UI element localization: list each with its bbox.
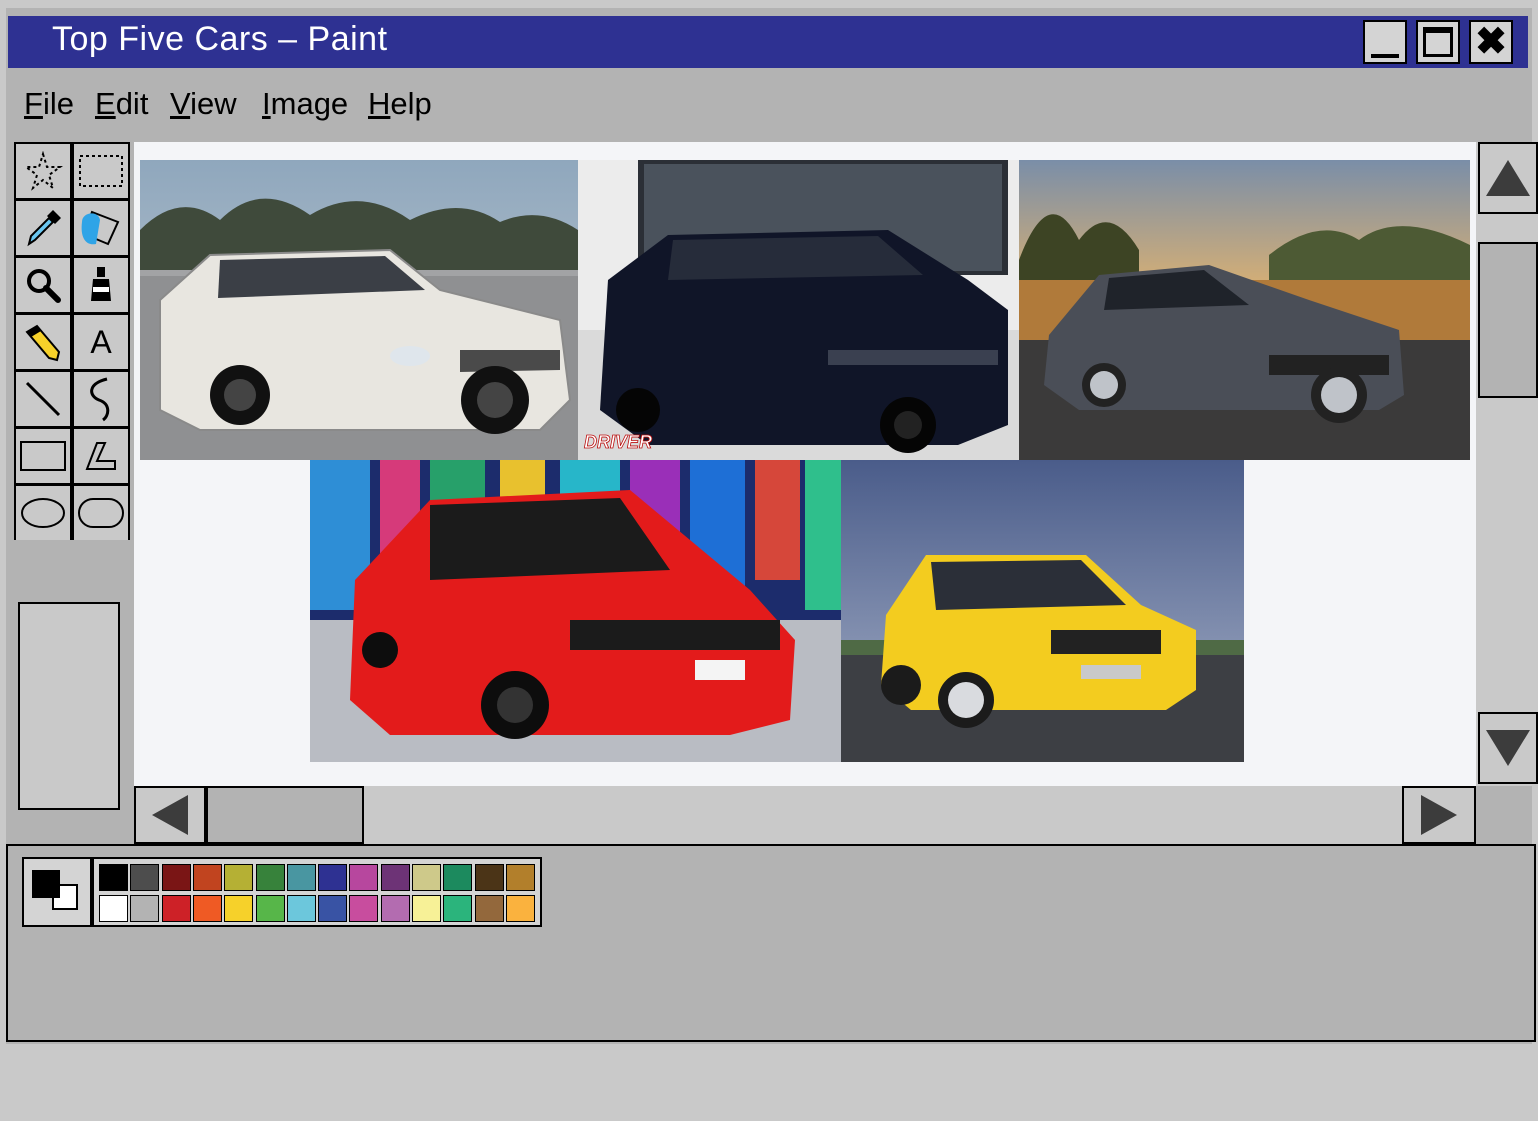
foreground-color-swatch[interactable] bbox=[32, 870, 60, 898]
palette-swatch[interactable] bbox=[224, 864, 254, 891]
arrow-up-icon bbox=[1486, 160, 1530, 196]
line-icon bbox=[25, 381, 61, 417]
palette-swatch[interactable] bbox=[443, 864, 473, 891]
eraser-icon bbox=[81, 210, 120, 246]
eraser-tool[interactable] bbox=[74, 201, 128, 255]
ellipse-icon bbox=[21, 498, 65, 528]
palette-swatch[interactable] bbox=[443, 895, 473, 922]
maximize-button[interactable] bbox=[1416, 20, 1460, 64]
free-form-select-tool[interactable] bbox=[16, 144, 70, 198]
palette-swatch[interactable] bbox=[505, 864, 535, 891]
palette-swatch[interactable] bbox=[380, 895, 410, 922]
close-icon: ✖ bbox=[1475, 21, 1507, 63]
palette-swatch[interactable] bbox=[318, 864, 348, 891]
horizontal-scroll-thumb[interactable] bbox=[206, 786, 364, 844]
rectangle-tool[interactable] bbox=[16, 429, 70, 483]
paint-bucket-tool[interactable] bbox=[74, 258, 128, 312]
polygon-icon bbox=[85, 442, 116, 470]
menu-help[interactable]: Help bbox=[368, 86, 432, 122]
palette-swatch[interactable] bbox=[286, 895, 316, 922]
arrow-right-icon bbox=[1421, 795, 1457, 835]
scroll-up-button[interactable] bbox=[1478, 142, 1538, 214]
palette-swatch[interactable] bbox=[130, 864, 160, 891]
palette-swatch[interactable] bbox=[412, 895, 441, 922]
menu-image[interactable]: Image bbox=[262, 86, 348, 122]
free-form-select-icon bbox=[23, 151, 63, 191]
palette-swatch[interactable] bbox=[412, 864, 441, 891]
scroll-down-button[interactable] bbox=[1478, 712, 1538, 784]
paint-bucket-icon bbox=[91, 267, 111, 301]
scroll-left-button[interactable] bbox=[134, 786, 206, 844]
palette-swatch[interactable] bbox=[255, 864, 285, 891]
text-tool[interactable]: A bbox=[74, 315, 128, 369]
palette-swatch[interactable] bbox=[349, 864, 379, 891]
palette-swatch[interactable] bbox=[192, 895, 222, 922]
polygon-tool[interactable] bbox=[74, 429, 128, 483]
palette-swatch[interactable] bbox=[161, 895, 191, 922]
line-tool[interactable] bbox=[16, 372, 70, 426]
scroll-right-button[interactable] bbox=[1402, 786, 1476, 844]
pencil-icon bbox=[25, 324, 61, 362]
driver-watermark: DRIVER bbox=[584, 432, 652, 452]
palette-swatch[interactable] bbox=[224, 895, 254, 922]
black-sedan-photo: DRIVER bbox=[578, 160, 1019, 460]
palette-swatch[interactable] bbox=[99, 895, 128, 922]
menu-edit[interactable]: Edit bbox=[95, 86, 148, 122]
palette-swatch[interactable] bbox=[474, 864, 504, 891]
tool-box: A bbox=[14, 142, 130, 540]
palette-swatch[interactable] bbox=[286, 864, 316, 891]
magnifier-tool[interactable] bbox=[16, 258, 70, 312]
palette-swatch[interactable] bbox=[99, 864, 128, 891]
palette-swatch[interactable] bbox=[130, 895, 160, 922]
minimize-button[interactable] bbox=[1363, 20, 1407, 64]
window-title: Top Five Cars – Paint bbox=[52, 20, 388, 58]
palette-swatch[interactable] bbox=[474, 895, 504, 922]
red-civic-photo bbox=[310, 460, 841, 762]
palette-swatch[interactable] bbox=[318, 895, 348, 922]
rectangle-select-tool[interactable] bbox=[74, 144, 128, 198]
eyedropper-tool[interactable] bbox=[16, 201, 70, 255]
text-icon: A bbox=[90, 323, 112, 360]
rounded-rectangle-icon bbox=[78, 498, 124, 528]
vertical-scroll-thumb[interactable] bbox=[1478, 242, 1538, 398]
tool-options-box[interactable] bbox=[18, 602, 120, 810]
eyedropper-icon bbox=[27, 210, 61, 247]
close-button[interactable]: ✖ bbox=[1469, 20, 1513, 64]
palette-swatch[interactable] bbox=[161, 864, 191, 891]
menu-file[interactable]: File bbox=[24, 86, 74, 122]
white-station-wagon-photo bbox=[140, 160, 578, 460]
curve-icon bbox=[90, 377, 110, 422]
palette-swatch[interactable] bbox=[192, 864, 222, 891]
rounded-rectangle-tool[interactable] bbox=[74, 486, 128, 540]
menu-view[interactable]: View bbox=[170, 86, 237, 122]
arrow-down-icon bbox=[1486, 730, 1530, 766]
pencil-tool[interactable] bbox=[16, 315, 70, 369]
palette-swatch[interactable] bbox=[255, 895, 285, 922]
arrow-left-icon bbox=[152, 795, 188, 835]
ellipse-tool[interactable] bbox=[16, 486, 70, 540]
curve-tool[interactable] bbox=[74, 372, 128, 426]
rectangle-icon bbox=[20, 441, 66, 471]
grey-evo-sedan-photo bbox=[1019, 160, 1470, 460]
magnifier-icon bbox=[27, 269, 61, 303]
rectangle-select-icon bbox=[79, 155, 123, 187]
palette-swatch[interactable] bbox=[505, 895, 535, 922]
vertical-scrollbar[interactable] bbox=[1476, 142, 1538, 786]
palette-swatch[interactable] bbox=[380, 864, 410, 891]
palette-swatch[interactable] bbox=[349, 895, 379, 922]
yellow-audi-wagon-photo bbox=[841, 460, 1244, 762]
